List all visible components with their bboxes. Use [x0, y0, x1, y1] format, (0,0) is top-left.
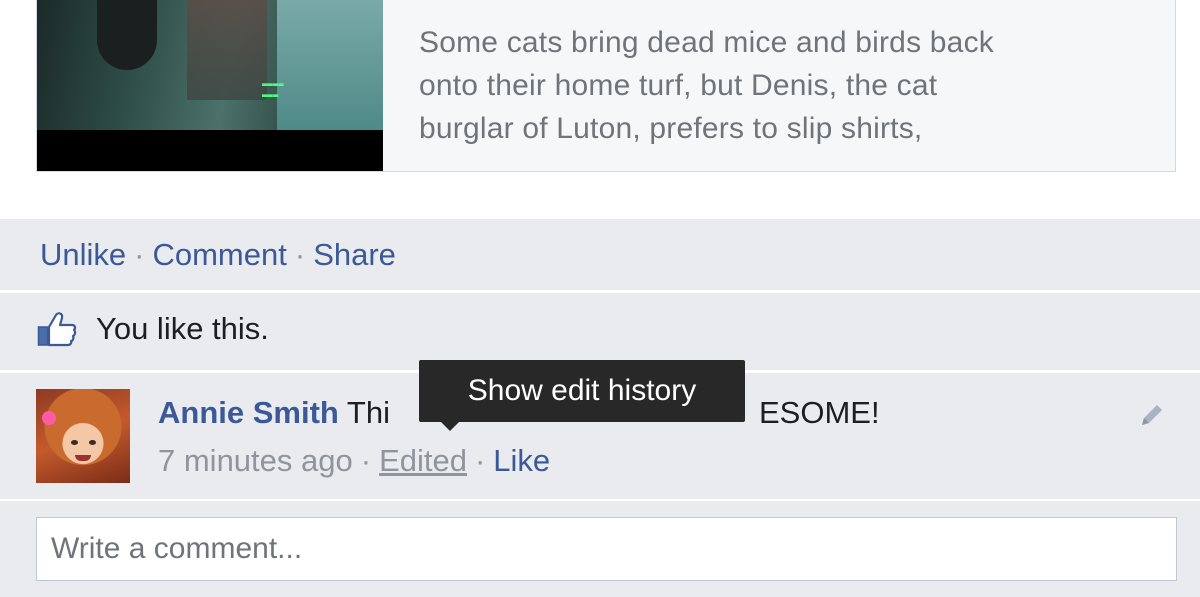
- avatar-eye: [89, 440, 96, 445]
- comment-author-link[interactable]: Annie Smith: [158, 395, 339, 430]
- preview-line: onto their home turf, but Denis, the cat: [419, 69, 938, 102]
- pencil-icon[interactable]: [1138, 401, 1166, 429]
- share-link[interactable]: Share: [313, 237, 396, 272]
- separator: ·: [360, 443, 372, 478]
- avatar-mouth: [75, 455, 91, 461]
- likes-text: You like this.: [96, 311, 269, 346]
- edited-link[interactable]: Edited: [379, 443, 467, 478]
- avatar[interactable]: [36, 389, 130, 483]
- thumbnail-timestamp: ▬▬▬▬ ▬▬▬: [262, 80, 284, 101]
- comment-like-link[interactable]: Like: [493, 443, 550, 478]
- preview-description: Some cats bring dead mice and birds back…: [419, 21, 1139, 150]
- preview-line: burglar of Luton, prefers to slip shirts…: [419, 112, 923, 145]
- separator: ·: [134, 237, 145, 272]
- link-preview[interactable]: ▬▬▬▬ ▬▬▬ Some cats bring dead mice and bi…: [36, 0, 1176, 172]
- separator: ·: [474, 443, 486, 478]
- avatar-hair-flower: [42, 411, 56, 425]
- video-thumbnail[interactable]: ▬▬▬▬ ▬▬▬: [37, 0, 383, 171]
- post-actions-bar: Unlike · Comment · Share: [0, 219, 1200, 291]
- unlike-link[interactable]: Unlike: [40, 237, 126, 272]
- comment-link[interactable]: Comment: [152, 237, 286, 272]
- thumbnail-wheel: [97, 0, 157, 70]
- preview-line: Some cats bring dead mice and birds back: [419, 26, 994, 59]
- avatar-eye: [71, 440, 78, 445]
- thumbs-up-icon: [37, 311, 77, 347]
- post-actions: Unlike · Comment · Share: [40, 235, 396, 275]
- thumbnail-wall: [187, 0, 267, 100]
- comment-text-start: Thi: [346, 395, 390, 430]
- comment-text-end: ESOME!: [758, 395, 880, 430]
- comment-input[interactable]: [36, 517, 1177, 581]
- separator: ·: [294, 237, 306, 272]
- comment-composer: [0, 501, 1200, 597]
- comment-time[interactable]: 7 minutes ago: [158, 443, 353, 478]
- thumbnail-door: [277, 0, 383, 130]
- edit-history-tooltip: Show edit history: [419, 360, 745, 431]
- comment-meta: 7 minutes ago · Edited · Like: [158, 441, 550, 481]
